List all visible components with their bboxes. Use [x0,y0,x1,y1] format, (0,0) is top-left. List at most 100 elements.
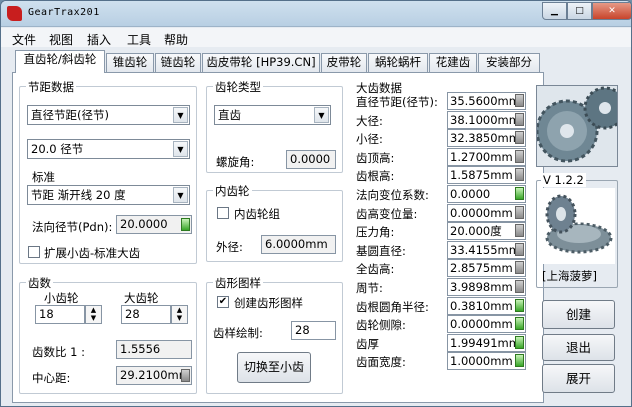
slider-knob-icon[interactable] [515,298,524,312]
gear-data-field[interactable]: 33.4155mm [447,240,526,259]
title-bar: GearTrax201 ▁ □ ✕ [1,1,631,27]
pinion-spinner[interactable]: ▲ ▼ [85,305,102,324]
gear-spinner[interactable]: ▲ ▼ [171,305,188,324]
menu-file[interactable]: 文件 [12,31,36,48]
slider-knob-icon[interactable] [515,317,524,331]
maximize-button[interactable]: □ [567,2,592,20]
standard-select[interactable]: 节距 渐开线 20 度 ▼ [27,185,190,205]
chevron-down-icon[interactable]: ▼ [173,107,188,123]
chevron-down-icon[interactable]: ▼ [314,107,329,123]
gear-data-field[interactable]: 35.5600mm [447,92,526,110]
chevron-down-icon[interactable]: ▼ [173,141,188,157]
gear-data-field[interactable]: 2.8575mm [447,259,526,278]
gear-data-value: 0.0000 [450,187,491,201]
menu-insert[interactable]: 插入 [87,31,111,48]
gear-data-value: 0.0000mm [450,205,513,220]
outer-diameter-field[interactable]: 6.0000mm [261,235,336,254]
gear-data-label: 齿顶高: [356,150,395,165]
gear-data-field[interactable]: 1.2700mm [447,147,526,166]
draw-teeth-input[interactable]: 28 [291,321,336,340]
pitch-type-select[interactable]: 直径节距(径节) ▼ [27,105,190,125]
gear-data-label: 压力角: [356,225,395,240]
tab-timing-pulley[interactable]: 齿皮带轮 [HP39.CN] [202,53,320,72]
slider-knob-icon[interactable] [515,335,524,349]
slider-knob-icon[interactable] [181,369,190,382]
author-caption: [上海菠萝] [542,269,597,283]
tab-pulley[interactable]: 皮带轮 [321,53,367,72]
pitch-value-select[interactable]: 20.0 径节 ▼ [27,139,190,159]
tab-worm[interactable]: 蜗轮蜗杆 [368,53,428,72]
pitch-value-text: 20.0 径节 [31,142,84,156]
gear-data-label: 基圆直径: [356,243,406,258]
expand-button[interactable]: 展开 [542,364,615,393]
minimize-button[interactable]: ▁ [542,2,567,20]
gear-data-field[interactable]: 32.3850mm [447,129,526,148]
center-distance-field[interactable]: 29.2100mm [116,366,192,385]
normal-pitch-field[interactable]: 20.0000 [116,215,192,234]
chevron-down-icon[interactable]: ▼ [173,187,188,203]
create-profile-checkbox[interactable]: ✔ [217,296,229,308]
gear-data-field[interactable]: 20.000度 [447,222,526,241]
gear-data-label: 齿根圆角半径: [356,299,429,314]
normal-pitch-value: 20.0000 [120,217,168,231]
slider-knob-icon[interactable] [515,280,524,293]
gear-data-value: 2.8575mm [450,261,513,276]
gear-type-title: 齿轮类型 [213,79,263,95]
standard-value: 节距 渐开线 20 度 [31,188,126,202]
gear-data-field[interactable]: 1.0000mm [447,352,526,371]
internal-gear-label: 内齿轮组 [234,207,280,221]
slider-knob-icon[interactable] [515,94,524,107]
gear-data-field[interactable]: 0.0000 [447,185,526,203]
gear-image [536,85,618,167]
slider-knob-icon[interactable] [515,261,524,275]
helix-angle-value: 0.0000 [290,152,331,166]
gear-data-field[interactable]: 1.99491mm [447,333,526,352]
gear-data-field[interactable]: 0.0000mm [447,203,526,222]
ratio-label: 齿数比 1 : [32,345,86,359]
menu-tools[interactable]: 工具 [127,31,151,48]
exit-button[interactable]: 退出 [542,334,615,361]
outer-diameter-label: 外径: [216,240,243,254]
slider-knob-icon[interactable] [515,242,524,256]
slider-knob-icon[interactable] [515,168,524,182]
tab-spur-helical[interactable]: 直齿轮/斜齿轮 [15,50,105,73]
close-button[interactable]: ✕ [592,2,631,20]
internal-gear-checkbox[interactable] [217,207,229,219]
tab-mounting[interactable]: 安装部分 [478,53,540,72]
tab-sprocket[interactable]: 链齿轮 [155,53,201,72]
profile-title: 齿形图样 [213,275,263,291]
slider-knob-icon[interactable] [515,354,524,368]
pinion-teeth-input[interactable]: 18 [35,305,85,324]
tab-bevel[interactable]: 锥齿轮 [106,53,154,72]
gear-data-field[interactable]: 0.0000mm [447,315,526,334]
slider-knob-icon[interactable] [515,149,524,163]
slider-knob-icon[interactable] [515,131,524,145]
slider-knob-icon[interactable] [515,224,524,238]
switch-to-pinion-button[interactable]: 切换至小齿 [237,352,311,383]
tab-spline[interactable]: 花建齿 [429,53,477,72]
slider-knob-icon[interactable] [181,218,190,231]
helix-angle-label: 螺旋角: [216,155,255,169]
slider-knob-icon[interactable] [515,205,524,219]
slider-knob-icon[interactable] [515,187,524,200]
slider-knob-icon[interactable] [515,112,524,126]
gear-data-field[interactable]: 38.1000mm [447,110,526,129]
extend-checkbox[interactable] [28,246,40,258]
gear-data-value: 1.2700mm [450,149,513,164]
gear-data-label: 齿高变位量: [356,206,418,221]
gear-data-field[interactable]: 1.5875mm [447,166,526,185]
gear-type-value: 直齿 [218,108,241,122]
pinion-teeth-value: 18 [39,307,54,321]
gear-data-field[interactable]: 0.3810mm [447,296,526,315]
gear-data-field[interactable]: 3.9898mm [447,278,526,296]
gear-type-select[interactable]: 直齿 ▼ [214,105,331,125]
gear-data-label: 法向变位系数: [356,188,429,202]
menu-view[interactable]: 视图 [49,31,73,48]
main-window: GearTrax201 ▁ □ ✕ 文件 视图 插入 工具 帮助 直齿轮/斜齿轮… [0,0,632,407]
draw-teeth-value: 28 [295,323,310,337]
helix-angle-field[interactable]: 0.0000 [286,150,336,169]
menu-help[interactable]: 帮助 [164,31,188,48]
gear-teeth-input[interactable]: 28 [121,305,171,324]
bevel-image [539,188,615,264]
create-button[interactable]: 创建 [542,300,615,329]
